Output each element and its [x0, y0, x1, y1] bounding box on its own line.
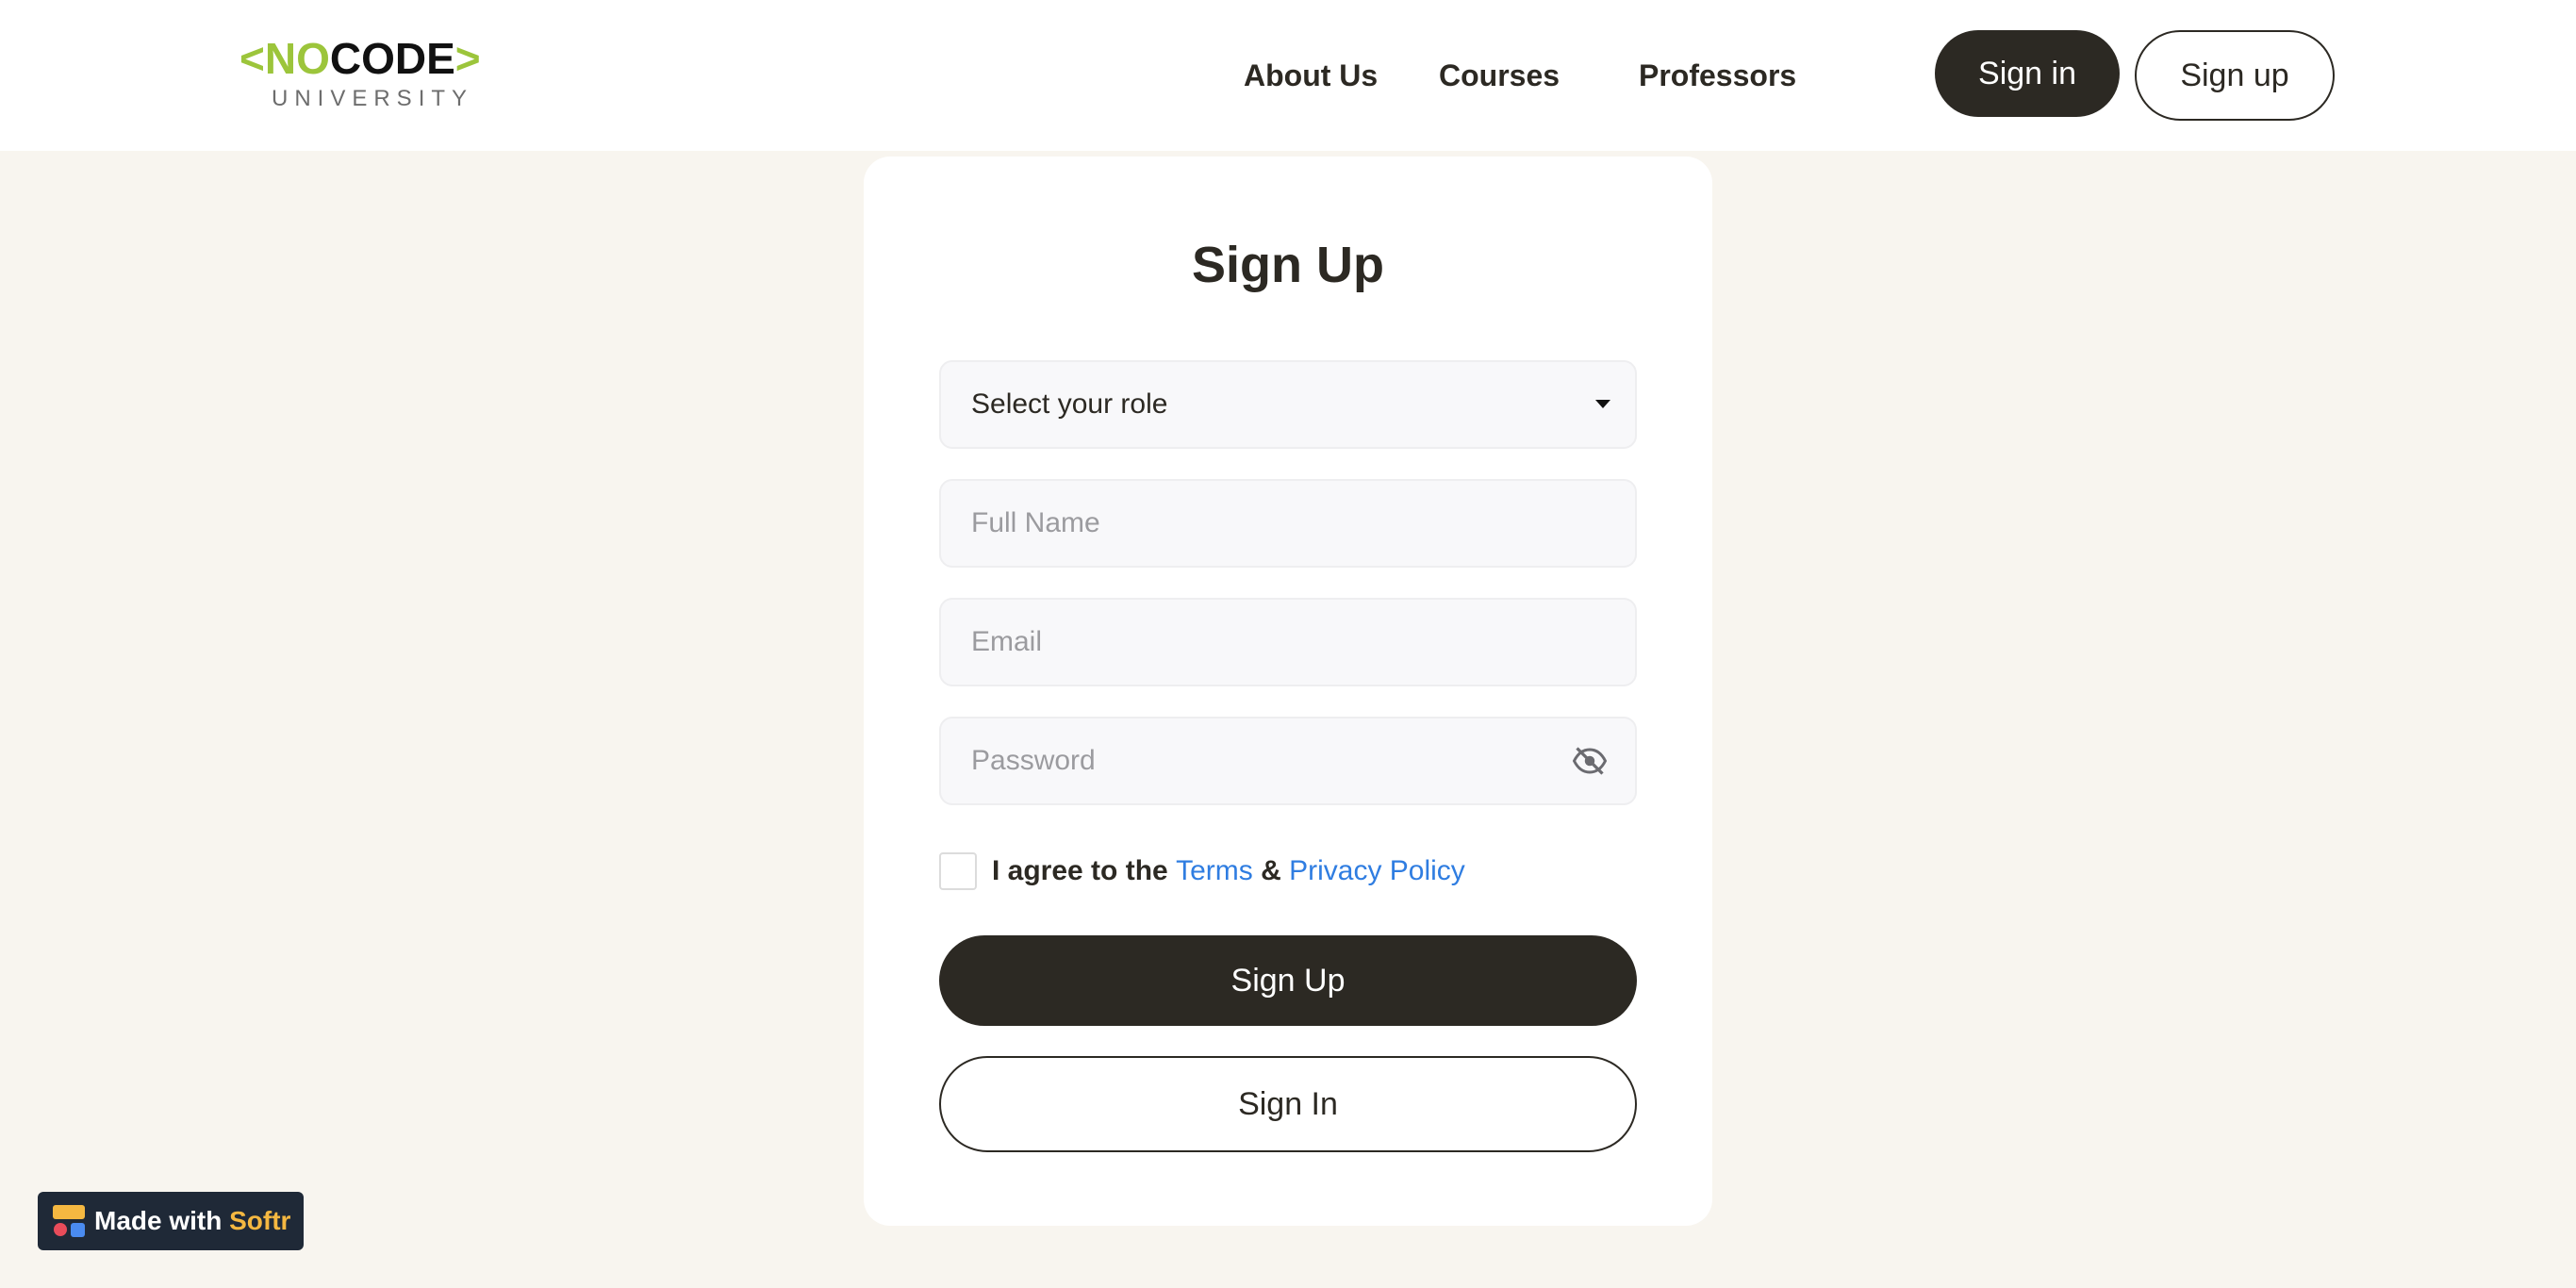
made-with-text: Made with Softr	[94, 1192, 290, 1250]
header-sign-up-button[interactable]: Sign up	[2135, 30, 2335, 121]
logo-wordmark: <NOCODE>	[239, 32, 485, 85]
terms-checkbox[interactable]	[939, 852, 977, 890]
eye-off-icon[interactable]	[1573, 747, 1607, 775]
email-input[interactable]: Email	[939, 598, 1637, 686]
agree-ampersand: &	[1261, 855, 1281, 886]
made-with-softr-badge[interactable]: Made with Softr	[38, 1192, 304, 1250]
sign-up-submit-button[interactable]: Sign Up	[939, 935, 1637, 1026]
header-sign-in-button[interactable]: Sign in	[1935, 30, 2120, 117]
agree-prefix: I agree to the	[992, 855, 1168, 886]
password-input[interactable]: Password	[939, 717, 1637, 805]
terms-agreement-row: I agree to the Terms & Privacy Policy	[939, 850, 1637, 892]
nocode-university-logo[interactable]: <NOCODE> UNIVERSITY	[239, 32, 485, 117]
password-placeholder: Password	[971, 745, 1096, 776]
logo-left-chevron: <	[239, 34, 265, 83]
logo-code: CODE	[329, 34, 455, 83]
role-select[interactable]: Select your role	[939, 360, 1637, 449]
terms-link[interactable]: Terms	[1176, 855, 1253, 886]
logo-subtitle: UNIVERSITY	[272, 86, 474, 111]
softr-brand-label: Softr	[229, 1206, 291, 1235]
logo-right-chevron: >	[454, 34, 481, 83]
sign-in-button[interactable]: Sign In	[939, 1056, 1637, 1152]
softr-logo-icon	[53, 1205, 85, 1237]
role-select-value: Select your role	[971, 388, 1168, 420]
nav-about-us[interactable]: About Us	[1244, 53, 1378, 98]
terms-agreement-text: I agree to the Terms & Privacy Policy	[992, 850, 1465, 892]
full-name-placeholder: Full Name	[971, 507, 1100, 538]
logo-no: NO	[264, 34, 330, 83]
full-name-input[interactable]: Full Name	[939, 479, 1637, 568]
nav-professors[interactable]: Professors	[1639, 53, 1796, 98]
sign-up-card: Sign Up Select your role Full Name Email…	[864, 157, 1712, 1226]
top-navbar: <NOCODE> UNIVERSITY About Us Courses Pro…	[0, 0, 2576, 151]
email-placeholder: Email	[971, 626, 1043, 657]
privacy-policy-link[interactable]: Privacy Policy	[1289, 855, 1465, 886]
chevron-down-icon	[1595, 400, 1610, 408]
nav-courses[interactable]: Courses	[1439, 53, 1560, 98]
sign-up-title: Sign Up	[1192, 237, 1384, 293]
made-with-label: Made with	[94, 1206, 223, 1235]
